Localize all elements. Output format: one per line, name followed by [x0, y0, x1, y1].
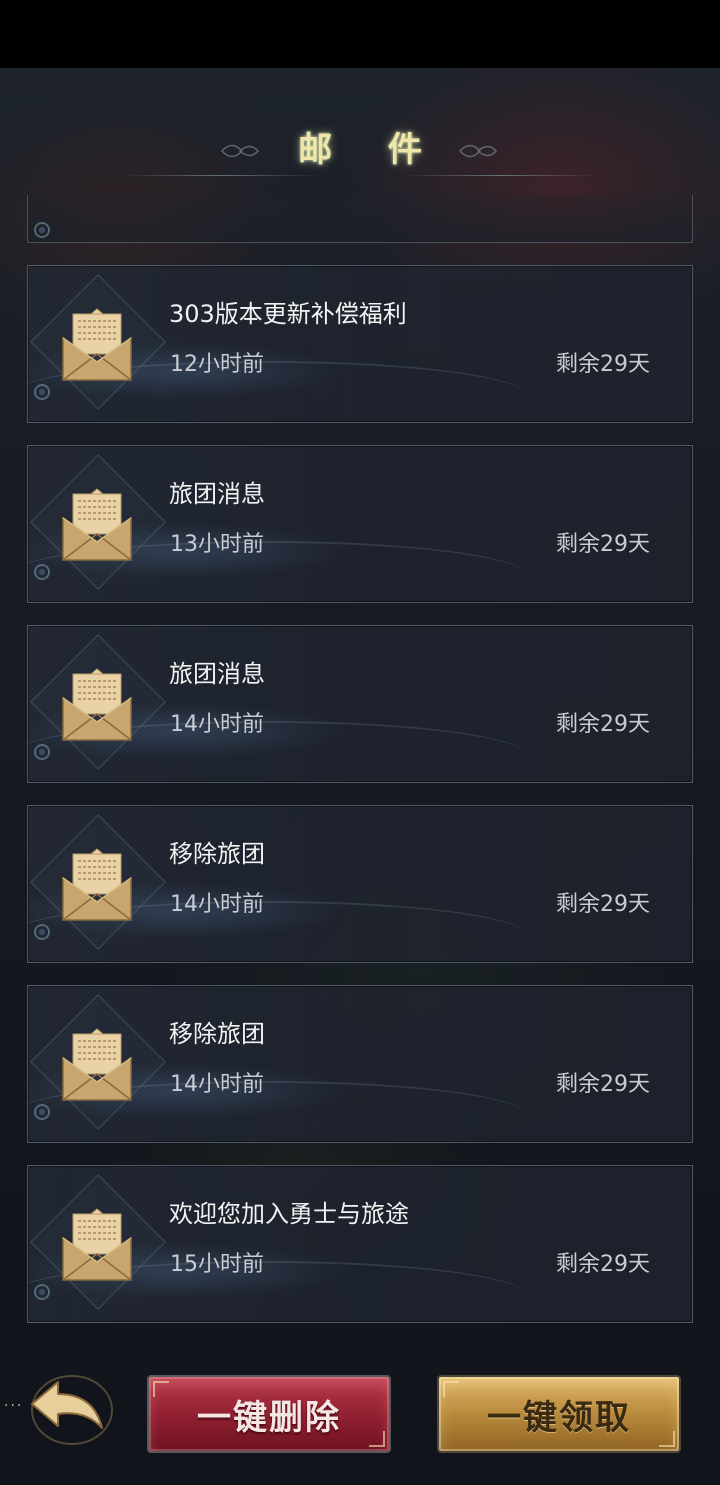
mail-title: 欢迎您加入勇士与旅途 [169, 1200, 409, 1228]
title-divider-left [120, 175, 320, 176]
mail-item[interactable]: 移除旅团 14小时前 剩余29天 [27, 985, 693, 1143]
button-corner-decoration [659, 1431, 675, 1447]
mail-received-time: 14小时前 [170, 712, 264, 737]
button-corner-decoration [369, 1431, 385, 1447]
open-envelope-icon [62, 848, 132, 921]
mail-expire-remaining: 剩余29天 [556, 712, 650, 737]
corner-badge-icon [34, 744, 50, 760]
corner-badge-icon [34, 384, 50, 400]
mail-expire-remaining: 剩余29天 [556, 1252, 650, 1277]
claim-all-button[interactable]: 一键领取 [437, 1375, 681, 1453]
mail-expire-remaining: 剩余29天 [556, 1072, 650, 1097]
title-divider-right [400, 175, 600, 176]
mail-title: 旅团消息 [169, 660, 265, 688]
button-corner-decoration [153, 1381, 169, 1397]
open-envelope-icon [62, 1028, 132, 1101]
mail-expire-remaining: 剩余29天 [556, 532, 650, 557]
mail-expire-remaining: 剩余29天 [556, 892, 650, 917]
mail-title: 移除旅团 [169, 840, 265, 868]
corner-badge-icon [34, 222, 50, 238]
mail-received-time: 14小时前 [170, 1072, 264, 1097]
corner-badge-icon [34, 564, 50, 580]
mail-received-time: 12小时前 [170, 352, 264, 377]
open-envelope-icon [62, 488, 132, 561]
mail-header: 邮 件 [0, 100, 720, 190]
mail-item[interactable]: 欢迎您加入勇士与旅途 15小时前 剩余29天 [27, 1165, 693, 1323]
mail-title: 移除旅团 [169, 1020, 265, 1048]
mail-expire-remaining: 剩余29天 [556, 352, 650, 377]
back-arrow-icon[interactable] [10, 1358, 120, 1458]
mail-received-time: 15小时前 [170, 1252, 264, 1277]
mail-item[interactable]: 旅团消息 14小时前 剩余29天 [27, 625, 693, 783]
mail-item-partial[interactable] [27, 195, 693, 243]
corner-badge-icon [34, 924, 50, 940]
mail-title: 303版本更新补偿福利 [169, 300, 407, 328]
status-bar-area [0, 0, 720, 68]
delete-all-button[interactable]: 一键删除 [147, 1375, 391, 1453]
open-envelope-icon [62, 668, 132, 741]
open-envelope-icon [62, 308, 132, 381]
corner-badge-icon [34, 1104, 50, 1120]
mail-item[interactable]: 303版本更新补偿福利 12小时前 剩余29天 [27, 265, 693, 423]
claim-all-label: 一键领取 [487, 1397, 631, 1438]
corner-badge-icon [34, 1284, 50, 1300]
mail-item[interactable]: 旅团消息 13小时前 剩余29天 [27, 445, 693, 603]
mail-item[interactable]: 移除旅团 14小时前 剩余29天 [27, 805, 693, 963]
mail-title: 旅团消息 [169, 480, 265, 508]
mail-received-time: 14小时前 [170, 892, 264, 917]
open-envelope-icon [62, 1208, 132, 1281]
button-corner-decoration [443, 1381, 459, 1397]
page-title: 邮 件 [298, 130, 444, 170]
mail-received-time: 13小时前 [170, 532, 264, 557]
delete-all-label: 一键删除 [197, 1397, 341, 1438]
